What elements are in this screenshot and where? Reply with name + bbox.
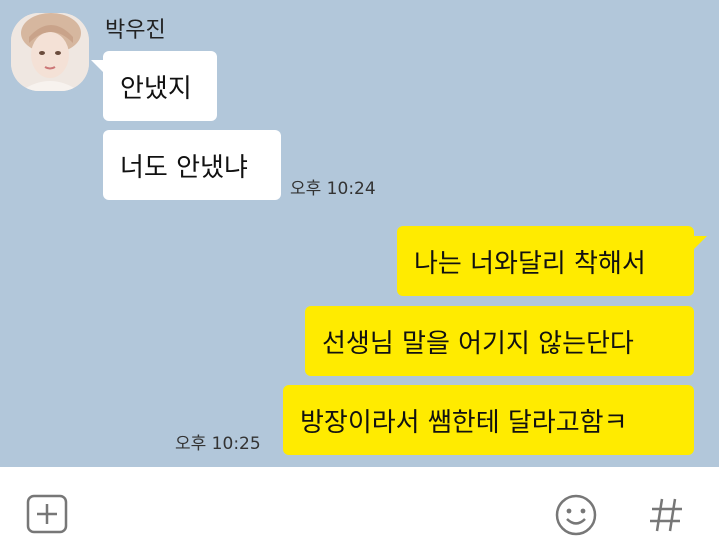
hash-icon[interactable] [644,493,688,537]
chat-area: 박우진 안냈지 너도 안냈냐 오후 10:24 나는 너와달리 착해서 선생님 … [0,0,719,467]
avatar[interactable] [11,13,89,91]
incoming-message[interactable]: 너도 안냈냐 [103,130,281,200]
outgoing-message[interactable]: 방장이라서 쌤한테 달라고함ㅋ [283,385,694,455]
outgoing-bubble-tail [693,236,707,250]
incoming-message[interactable]: 안냈지 [103,51,217,121]
emoji-icon[interactable] [553,492,599,538]
plus-box-icon[interactable] [24,492,70,536]
avatar-photo [11,13,89,91]
outgoing-message[interactable]: 선생님 말을 어기지 않는단다 [305,306,694,376]
incoming-timestamp: 오후 10:24 [290,179,376,199]
outgoing-timestamp: 오후 10:25 [175,434,261,454]
outgoing-message[interactable]: 나는 너와달리 착해서 [397,226,694,296]
input-bar [0,467,719,539]
sender-name: 박우진 [105,18,166,43]
